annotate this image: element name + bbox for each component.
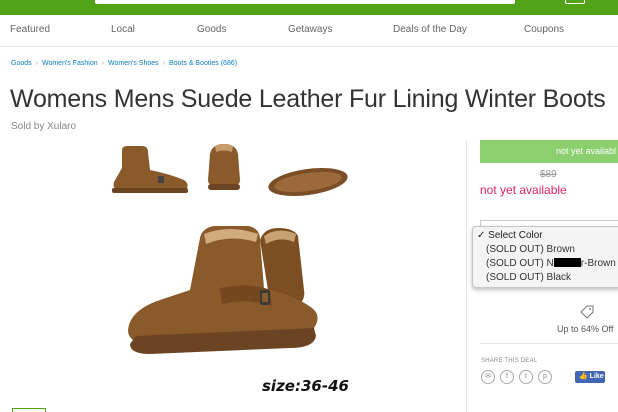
category-nav: Featured Local Goods Getaways Deals of t… [0,15,618,47]
column-divider [466,140,467,412]
breadcrumb-separator: › [35,60,38,67]
search-button[interactable] [565,0,585,4]
color-option-redacted[interactable]: (SOLD OUT) N r-Brown [486,258,616,269]
breadcrumb-womens-shoes[interactable]: Women's Shoes [108,60,159,67]
size-range-caption: size:36-46 [262,377,349,395]
color-option-selected[interactable]: ✓ Select Color [477,230,543,241]
nav-item-goods[interactable]: Goods [197,24,226,35]
facebook-share-icon[interactable]: f [500,370,514,384]
like-label: Like 0 [589,373,610,380]
color-select-dropdown[interactable]: ✓ Select Color (SOLD OUT) Brown (SOLD OU… [472,226,618,288]
availability-status: not yet available [480,183,567,197]
breadcrumb-separator: › [101,60,104,67]
share-label: SHARE THIS DEAL [481,358,538,364]
availability-banner-text: not yet availabl [555,146,616,156]
nav-item-local[interactable]: Local [111,24,135,35]
breadcrumb-goods[interactable]: Goods [11,60,32,67]
tag-icon [580,305,594,319]
redaction-block [553,258,581,267]
product-image[interactable] [100,140,440,400]
original-price: $89 [540,169,557,180]
boots-illustration [112,144,348,354]
nav-item-deals-of-the-day[interactable]: Deals of the Day [393,24,467,35]
nav-item-coupons[interactable]: Coupons [524,24,564,35]
breadcrumb: Goods › Women's Fashion › Women's Shoes › Boot… [11,60,237,67]
boot-thumbnail-side [112,146,188,193]
color-option-label: Select Color [488,230,543,241]
header-bar [0,0,618,15]
seller-name: Sold by Xularo [11,121,77,132]
nav-item-getaways[interactable]: Getaways [288,24,332,35]
breadcrumb-womens-fashion[interactable]: Women's Fashion [42,60,98,67]
breadcrumb-boots-booties[interactable]: Boots & Booties (686) [169,60,237,67]
breadcrumb-separator: › [162,60,165,67]
cropped-button-edge[interactable] [12,408,46,412]
page-title: Womens Mens Suede Leather Fur Lining Win… [10,85,606,113]
pinterest-share-icon[interactable]: p [538,370,552,384]
color-option-brown[interactable]: (SOLD OUT) Brown [486,244,575,255]
facebook-like-button[interactable]: 👍 Like 0 [575,371,610,383]
boot-thumbnail-back [208,144,240,190]
checkmark-icon: ✓ [477,230,486,241]
color-option-label-start: (SOLD OUT) N [486,258,554,269]
thumbs-up-icon: 👍 [579,373,588,380]
availability-banner: not yet availabl [480,140,618,163]
search-input[interactable] [95,0,515,4]
color-option-label-end: r-Brown [580,258,616,269]
nav-item-featured[interactable]: Featured [10,24,50,35]
twitter-share-icon[interactable]: t [519,370,533,384]
boot-thumbnail-sole [268,167,348,197]
discount-text: Up to 64% Off [557,324,614,334]
email-share-icon[interactable]: ✉ [481,370,495,384]
section-divider [480,343,618,344]
color-option-black[interactable]: (SOLD OUT) Black [486,272,571,283]
